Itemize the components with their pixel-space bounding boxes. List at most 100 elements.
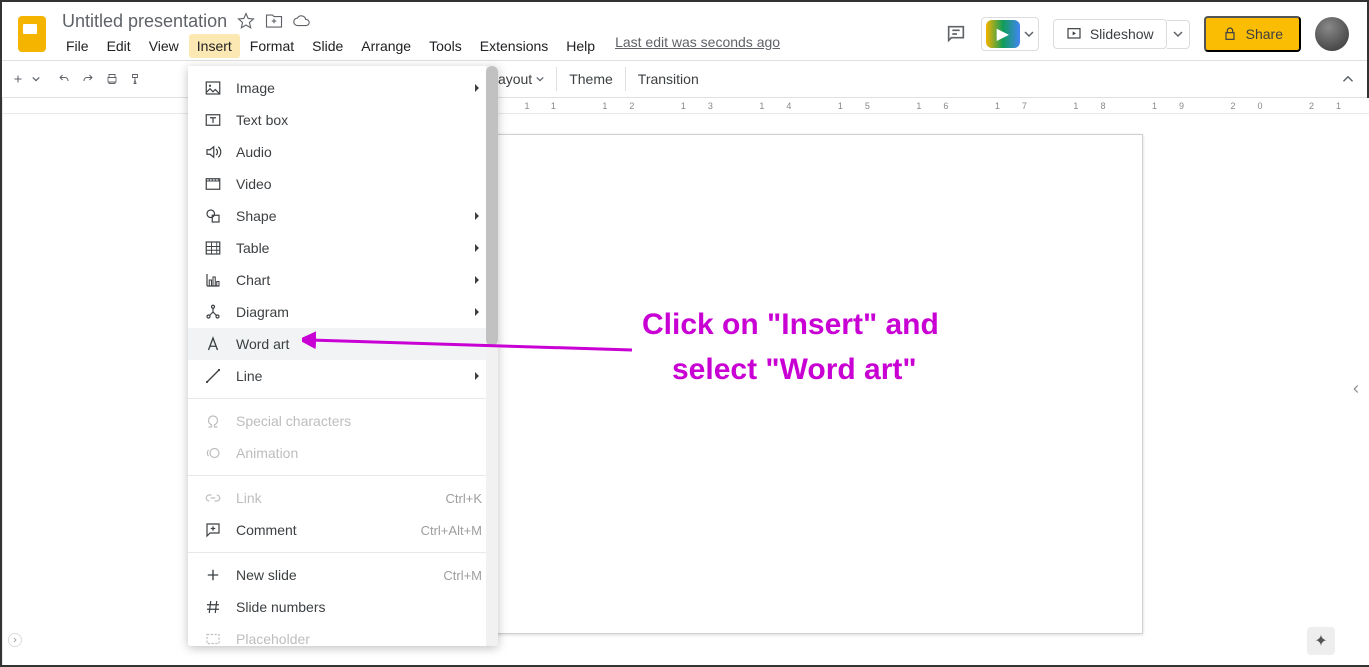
menu-format[interactable]: Format xyxy=(242,34,302,58)
menu-edit[interactable]: Edit xyxy=(99,34,139,58)
submenu-arrow-icon xyxy=(472,307,482,317)
share-label: Share xyxy=(1246,26,1283,42)
link-icon xyxy=(204,489,222,507)
chevron-down-icon xyxy=(536,75,544,83)
annotation-arrow xyxy=(302,328,642,368)
menu-item-audio[interactable]: Audio xyxy=(188,136,498,168)
menu-item-chart[interactable]: Chart xyxy=(188,264,498,296)
shortcut-label: Ctrl+M xyxy=(443,568,482,583)
submenu-arrow-icon xyxy=(472,275,482,285)
menu-item-comment[interactable]: Comment Ctrl+Alt+M xyxy=(188,514,498,546)
menu-label: Line xyxy=(236,368,262,384)
menu-insert[interactable]: Insert xyxy=(189,34,240,58)
menu-label: Chart xyxy=(236,272,270,288)
slides-logo[interactable] xyxy=(12,14,52,54)
transition-button[interactable]: Transition xyxy=(625,67,711,91)
menu-arrange[interactable]: Arrange xyxy=(353,34,419,58)
comments-history-icon[interactable] xyxy=(945,23,967,45)
menu-label: Image xyxy=(236,80,275,96)
expand-panel-icon[interactable] xyxy=(1349,382,1363,396)
menu-item-diagram[interactable]: Diagram xyxy=(188,296,498,328)
last-edit-link[interactable]: Last edit was seconds ago xyxy=(615,34,780,58)
menu-item-slide-numbers[interactable]: Slide numbers xyxy=(188,591,498,623)
menu-label: Comment xyxy=(236,522,297,538)
menu-item-shape[interactable]: Shape xyxy=(188,200,498,232)
menu-view[interactable]: View xyxy=(141,34,187,58)
doc-area: Untitled presentation File Edit View Ins… xyxy=(58,11,945,58)
comment-icon xyxy=(204,521,222,539)
star-icon[interactable] xyxy=(237,12,255,30)
menu-tools[interactable]: Tools xyxy=(421,34,470,58)
shortcut-label: Ctrl+Alt+M xyxy=(421,523,482,538)
chevron-down-icon xyxy=(1173,29,1183,39)
redo-icon[interactable] xyxy=(78,69,98,89)
menu-label: Diagram xyxy=(236,304,289,320)
collapse-toolbar-icon[interactable] xyxy=(1339,70,1357,88)
menu-item-table[interactable]: Table xyxy=(188,232,498,264)
wordart-icon xyxy=(204,335,222,353)
omega-icon xyxy=(204,412,222,430)
slideshow-button[interactable]: Slideshow xyxy=(1053,19,1167,49)
meet-button[interactable]: ▶ xyxy=(981,17,1039,51)
menu-label: Video xyxy=(236,176,272,192)
undo-icon[interactable] xyxy=(54,69,74,89)
expand-filmstrip-icon[interactable] xyxy=(8,633,22,647)
menu-separator xyxy=(188,398,498,399)
table-icon xyxy=(204,239,222,257)
submenu-arrow-icon xyxy=(472,243,482,253)
explore-button[interactable]: ✦ xyxy=(1307,627,1335,655)
menu-item-placeholder: Placeholder xyxy=(188,623,498,646)
menu-item-image[interactable]: Image xyxy=(188,72,498,104)
new-slide-icon[interactable] xyxy=(8,69,28,89)
menu-label: Word art xyxy=(236,336,289,352)
menu-item-special-characters: Special characters xyxy=(188,405,498,437)
slideshow-label: Slideshow xyxy=(1090,26,1154,42)
diagram-icon xyxy=(204,303,222,321)
menu-item-textbox[interactable]: Text box xyxy=(188,104,498,136)
menu-label: Text box xyxy=(236,112,288,128)
cloud-saved-icon[interactable] xyxy=(293,12,311,30)
chart-icon xyxy=(204,271,222,289)
submenu-arrow-icon xyxy=(472,211,482,221)
slideshow-dropdown[interactable] xyxy=(1167,20,1190,49)
line-icon xyxy=(204,367,222,385)
menu-label: Special characters xyxy=(236,413,351,429)
menu-separator xyxy=(188,475,498,476)
submenu-arrow-icon xyxy=(472,371,482,381)
move-icon[interactable] xyxy=(265,12,283,30)
menu-help[interactable]: Help xyxy=(558,34,603,58)
menu-separator xyxy=(188,552,498,553)
meet-icon: ▶ xyxy=(986,20,1020,48)
annotation-text: Click on "Insert" and select "Word art" xyxy=(642,302,939,392)
scrollbar-thumb[interactable] xyxy=(486,66,498,346)
print-icon[interactable] xyxy=(102,69,122,89)
lock-icon xyxy=(1222,26,1238,42)
menu-label: New slide xyxy=(236,567,297,583)
menu-label: Audio xyxy=(236,144,272,160)
menu-slide[interactable]: Slide xyxy=(304,34,351,58)
header-actions: ▶ Slideshow Share xyxy=(945,16,1349,52)
menu-label: Link xyxy=(236,490,262,506)
account-avatar[interactable] xyxy=(1315,17,1349,51)
menu-label: Slide numbers xyxy=(236,599,326,615)
app-header: Untitled presentation File Edit View Ins… xyxy=(2,2,1367,60)
textbox-icon xyxy=(204,111,222,129)
annotation-line-2: select "Word art" xyxy=(642,347,939,392)
video-icon xyxy=(204,175,222,193)
chevron-down-icon[interactable] xyxy=(32,75,40,83)
paint-format-icon[interactable] xyxy=(126,69,146,89)
plus-icon xyxy=(204,566,222,584)
menu-file[interactable]: File xyxy=(58,34,97,58)
menu-item-video[interactable]: Video xyxy=(188,168,498,200)
share-button[interactable]: Share xyxy=(1204,16,1301,52)
audio-icon xyxy=(204,143,222,161)
doc-title[interactable]: Untitled presentation xyxy=(62,11,227,32)
submenu-arrow-icon xyxy=(472,83,482,93)
menu-item-new-slide[interactable]: New slide Ctrl+M xyxy=(188,559,498,591)
menu-extensions[interactable]: Extensions xyxy=(472,34,556,58)
placeholder-icon xyxy=(204,630,222,646)
present-icon xyxy=(1066,26,1082,42)
menu-item-link: LinkCtrl+K xyxy=(188,482,498,514)
annotation-line-1: Click on "Insert" and xyxy=(642,302,939,347)
theme-button[interactable]: Theme xyxy=(556,67,625,91)
